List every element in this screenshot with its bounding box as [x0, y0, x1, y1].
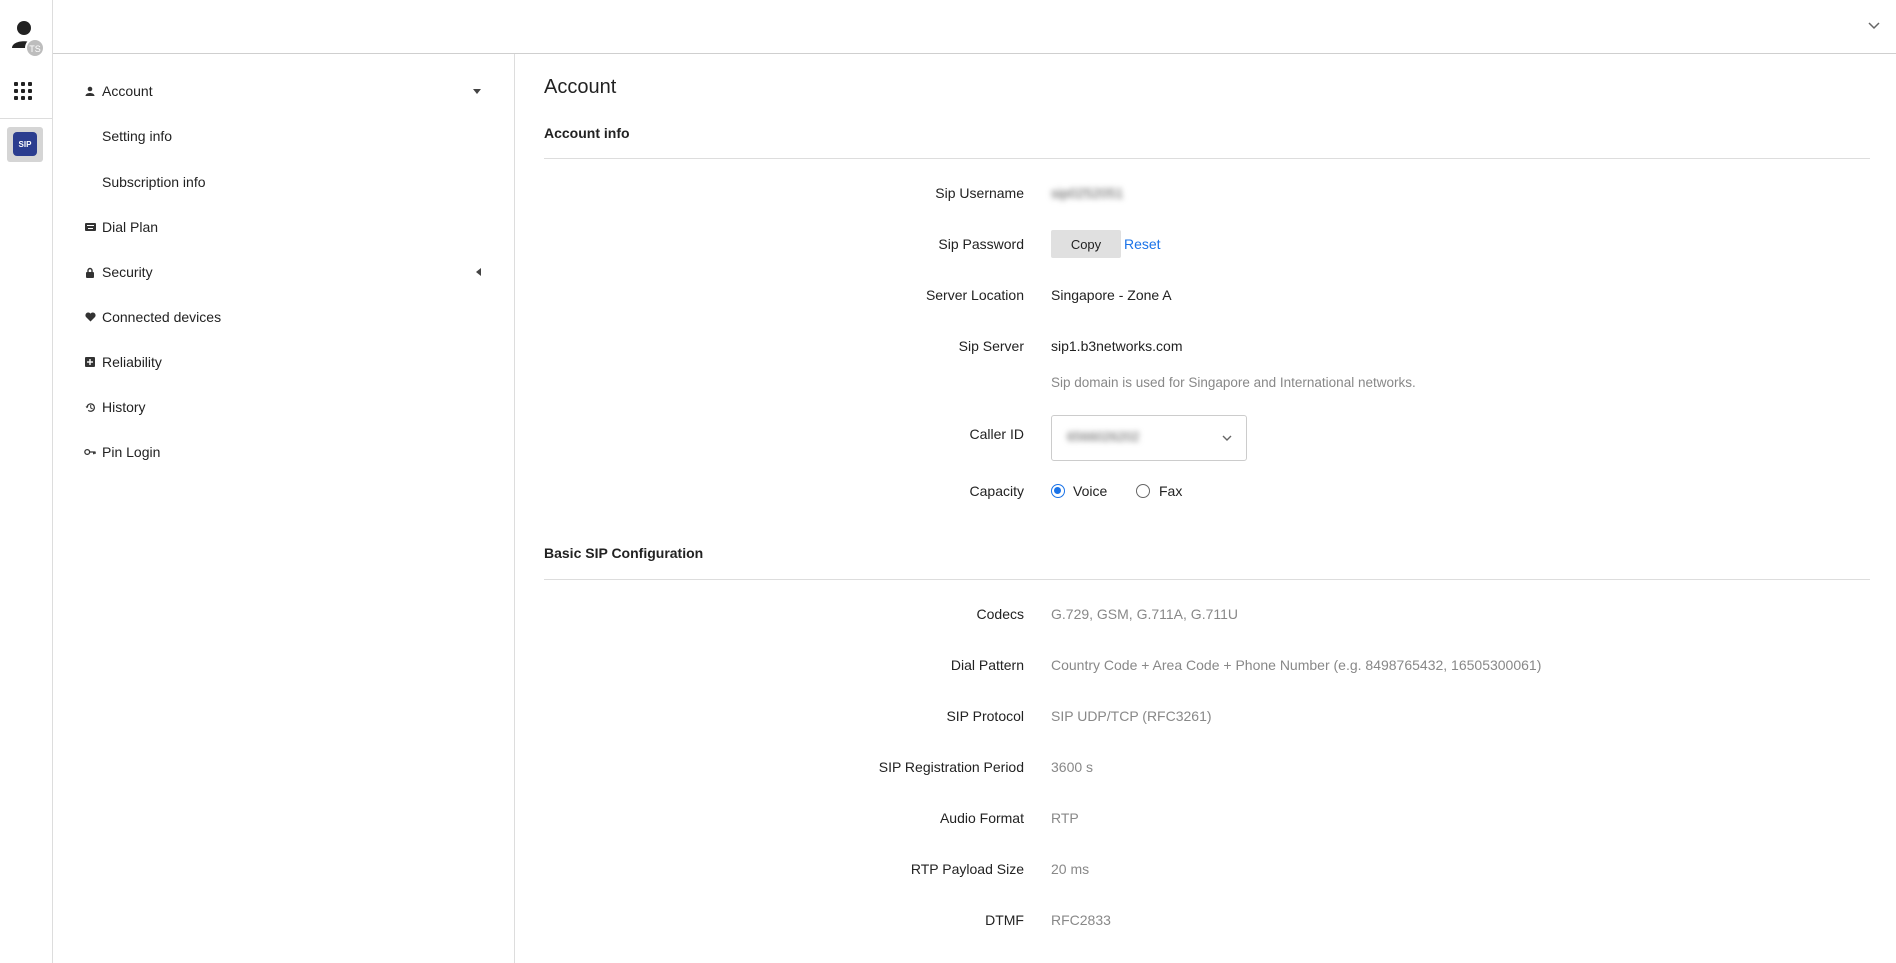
caller-id-select[interactable]: 6566026202 — [1051, 415, 1247, 461]
audio-format-label: Audio Format — [939, 810, 1024, 826]
dtmf-label: DTMF — [985, 912, 1024, 928]
sidebar-item-label: Connected devices — [102, 309, 222, 325]
capacity-fax-radio[interactable] — [1136, 484, 1150, 498]
apps-grid-icon[interactable] — [14, 82, 32, 100]
rail-divider — [0, 118, 53, 119]
dial-pattern-label: Dial Pattern — [950, 657, 1024, 673]
sidebar-item-label: Account — [102, 83, 153, 99]
caret-down-icon — [473, 88, 481, 94]
sip-protocol-value: SIP UDP/TCP (RFC3261) — [1051, 708, 1212, 724]
heart-icon — [84, 311, 96, 323]
sidebar-item-label: History — [102, 399, 146, 415]
sidebar-item-setting-info[interactable]: Setting info — [53, 118, 515, 154]
sidebar-item-label: Dial Plan — [102, 219, 159, 235]
sip-server-label: Sip Server — [958, 338, 1024, 354]
user-avatar[interactable]: TS — [10, 18, 46, 58]
sidebar-item-security[interactable]: Security — [53, 254, 515, 290]
capacity-fax-label: Fax — [1159, 483, 1183, 499]
sip-password-label: Sip Password — [938, 236, 1024, 252]
sidebar-item-label: Setting info — [102, 128, 173, 144]
sidebar: Account Setting info Subscription info D… — [53, 54, 515, 963]
sidebar-item-label: Pin Login — [102, 444, 161, 460]
keyboard-icon — [84, 221, 96, 233]
section-divider — [544, 158, 1870, 159]
app-rail: TS SIP — [0, 0, 53, 963]
rtp-payload-size-label: RTP Payload Size — [910, 861, 1024, 877]
sidebar-item-reliability[interactable]: Reliability — [53, 344, 515, 380]
chevron-down-icon — [1220, 431, 1234, 445]
sidebar-item-history[interactable]: History — [53, 389, 515, 425]
sidebar-item-label: Subscription info — [102, 174, 206, 190]
chevron-down-icon[interactable] — [1864, 16, 1884, 36]
caller-id-value: 6566026202 — [1067, 429, 1140, 444]
codecs-value: G.729, GSM, G.711A, G.711U — [1051, 606, 1239, 622]
caller-id-label: Caller ID — [969, 426, 1024, 442]
history-icon — [84, 401, 96, 413]
sip-app-button[interactable]: SIP — [7, 127, 43, 162]
lock-icon — [84, 266, 96, 278]
main-content: Account Account info Sip Username sip025… — [516, 54, 1896, 963]
sip-username-label: Sip Username — [935, 185, 1024, 201]
capacity-voice-radio[interactable] — [1051, 484, 1065, 498]
sidebar-item-dial-plan[interactable]: Dial Plan — [53, 209, 515, 245]
key-icon — [84, 446, 96, 458]
sidebar-item-label: Security — [102, 264, 153, 280]
account-info-heading: Account info — [544, 125, 630, 141]
plus-box-icon — [84, 356, 96, 368]
sip-username-value: sip0252051 — [1051, 185, 1124, 201]
sidebar-item-subscription-info[interactable]: Subscription info — [53, 164, 515, 200]
capacity-label: Capacity — [969, 483, 1024, 499]
basic-sip-heading: Basic SIP Configuration — [544, 545, 704, 561]
dtmf-value: RFC2833 — [1051, 912, 1111, 928]
dial-pattern-value: Country Code + Area Code + Phone Number … — [1051, 657, 1542, 673]
sip-registration-period-label: SIP Registration Period — [878, 759, 1024, 775]
server-location-value: Singapore - Zone A — [1051, 287, 1172, 303]
section-divider — [544, 579, 1870, 580]
page-title: Account — [544, 76, 617, 98]
sip-server-hint: Sip domain is used for Singapore and Int… — [1051, 375, 1416, 390]
sidebar-item-label: Reliability — [102, 354, 162, 370]
top-bar — [53, 0, 1896, 54]
sidebar-item-connected-devices[interactable]: Connected devices — [53, 299, 515, 335]
sidebar-item-pin-login[interactable]: Pin Login — [53, 434, 515, 470]
sip-registration-period-value: 3600 s — [1051, 759, 1094, 775]
sidebar-item-account[interactable]: Account — [53, 73, 515, 109]
person-icon — [84, 85, 96, 97]
sip-app-icon: SIP — [13, 132, 37, 156]
rtp-payload-size-value: 20 ms — [1051, 861, 1090, 877]
sip-server-value: sip1.b3networks.com — [1051, 338, 1183, 354]
caret-left-icon — [476, 268, 481, 276]
server-location-label: Server Location — [925, 287, 1024, 303]
audio-format-value: RTP — [1051, 810, 1079, 826]
copy-password-button[interactable]: Copy — [1051, 230, 1121, 258]
codecs-label: Codecs — [976, 606, 1024, 622]
reset-password-link[interactable]: Reset — [1124, 234, 1161, 254]
capacity-voice-label: Voice — [1073, 483, 1108, 499]
avatar-initials: TS — [29, 44, 41, 54]
sip-protocol-label: SIP Protocol — [946, 708, 1024, 724]
